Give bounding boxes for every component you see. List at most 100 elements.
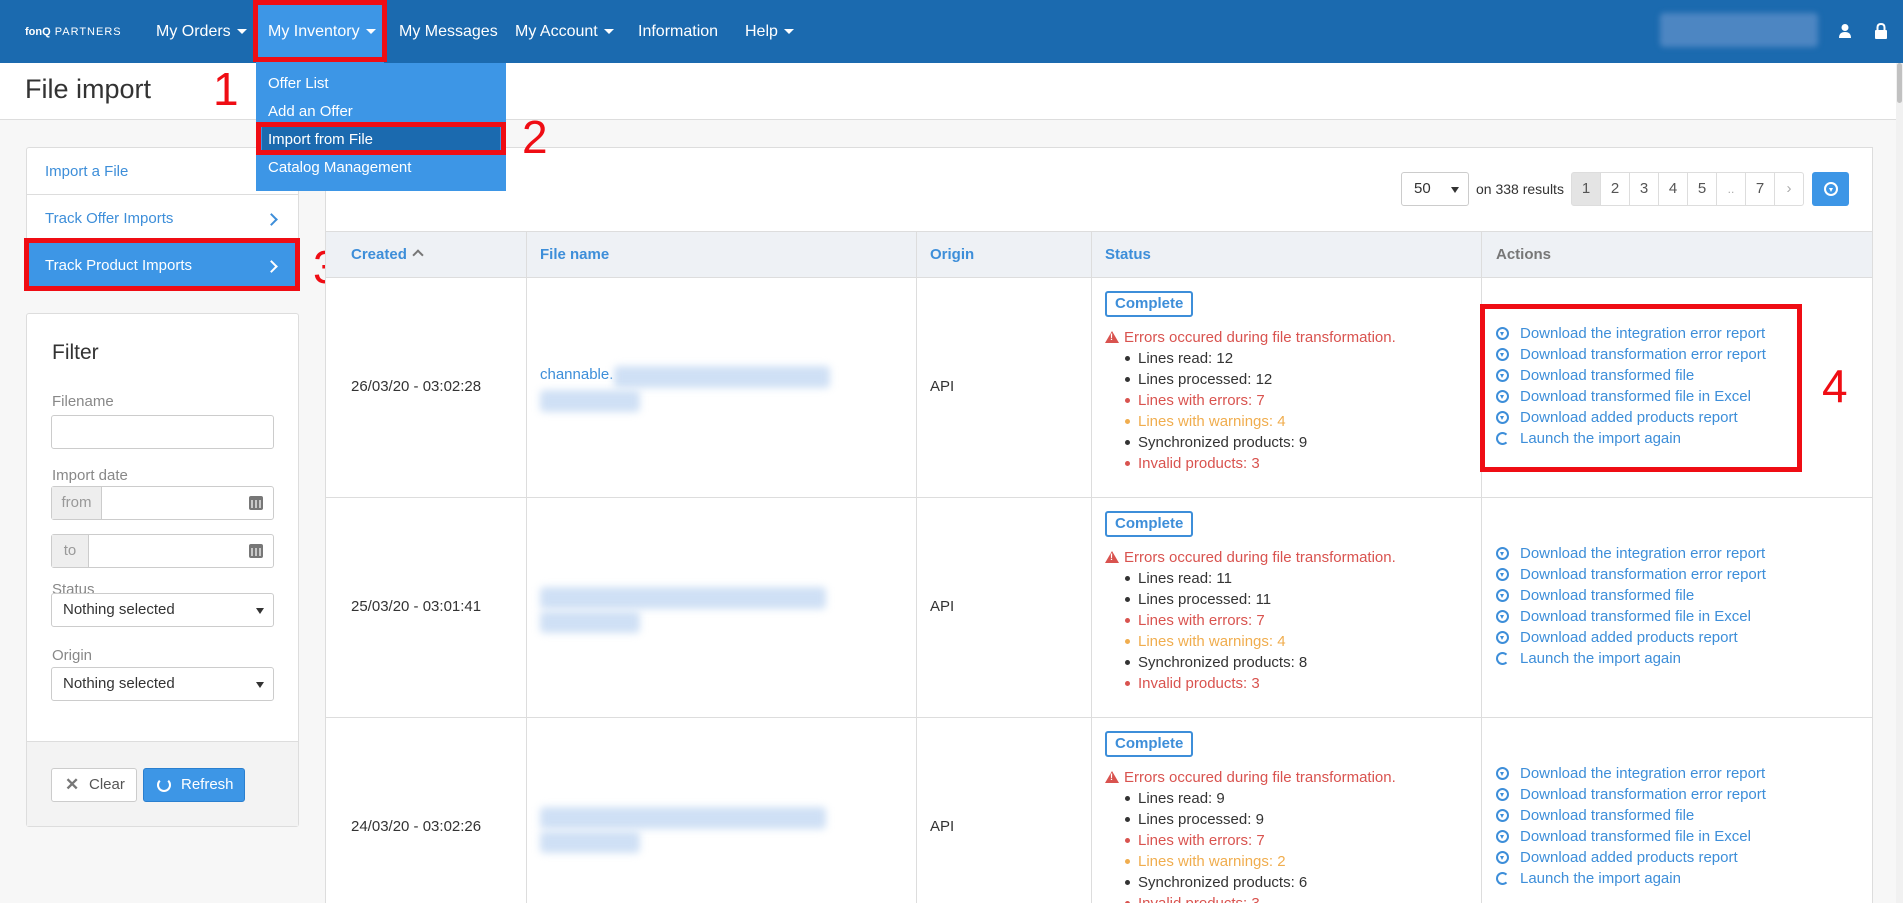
nav-help[interactable]: Help [745, 0, 794, 63]
sidebar-item-track-offer-imports[interactable]: Track Offer Imports [27, 195, 298, 242]
status-select[interactable]: Nothing selected [51, 593, 274, 627]
download-transformation-error-report-link[interactable]: Download transformation error report [1493, 564, 1766, 585]
page-title: File import [25, 74, 152, 104]
menu-item-import-from-file[interactable]: Import from File [262, 126, 500, 154]
download-transformed-file-link[interactable]: Download transformed file [1493, 585, 1766, 606]
download-transformed-file-link[interactable]: Download transformed file [1493, 805, 1766, 826]
scrollbar-thumb[interactable] [1897, 63, 1902, 103]
nav-information[interactable]: Information [638, 0, 718, 63]
lock-icon[interactable] [1874, 23, 1888, 39]
page-5[interactable]: 5 [1687, 172, 1717, 206]
menu-item-offer-list[interactable]: Offer List [256, 70, 506, 98]
download-added-products-report-link[interactable]: Download added products report [1493, 847, 1766, 868]
warning-icon [1105, 771, 1119, 783]
download-transformed-file-excel-link[interactable]: Download transformed file in Excel [1493, 826, 1766, 847]
caret-down-icon [1451, 187, 1459, 193]
column-origin[interactable]: Origin [930, 232, 974, 277]
import-stats: Lines read: 11 Lines processed: 11 Lines… [1122, 568, 1307, 694]
next-page-button[interactable]: › [1774, 172, 1804, 206]
download-integration-error-report-link[interactable]: Download the integration error report [1493, 323, 1766, 344]
stat-lines-errors: Lines with errors: 7 [1122, 390, 1307, 411]
to-addon: to [52, 535, 89, 567]
menu-item-add-offer[interactable]: Add an Offer [256, 98, 506, 126]
download-transformed-file-excel-link[interactable]: Download transformed file in Excel [1493, 386, 1766, 407]
column-file-name[interactable]: File name [540, 232, 609, 277]
calendar-icon[interactable] [249, 496, 263, 510]
download-integration-error-report-link[interactable]: Download the integration error report [1493, 763, 1766, 784]
caret-down-icon [256, 682, 264, 688]
file-name-link[interactable]: channable. [540, 366, 613, 383]
column-divider [916, 231, 917, 903]
launch-import-again-link[interactable]: Launch the import again [1493, 428, 1766, 449]
file-name-blurred[interactable] [540, 390, 640, 412]
file-name-blurred[interactable] [540, 587, 826, 609]
date-to-field[interactable]: to [51, 534, 274, 568]
download-icon [1496, 767, 1509, 780]
created-cell: 24/03/20 - 03:02:26 [351, 818, 482, 835]
download-added-products-report-link[interactable]: Download added products report [1493, 407, 1766, 428]
nav-my-messages[interactable]: My Messages [399, 0, 498, 63]
download-transformation-error-report-link[interactable]: Download transformation error report [1493, 344, 1766, 365]
launch-import-again-link[interactable]: Launch the import again [1493, 648, 1766, 669]
launch-import-again-link[interactable]: Launch the import again [1493, 868, 1766, 889]
filename-input[interactable] [51, 415, 274, 449]
results-count: on 338 results [1476, 181, 1564, 197]
created-cell: 26/03/20 - 03:02:28 [351, 378, 482, 395]
user-name-blurred[interactable] [1660, 13, 1818, 47]
nav-my-orders[interactable]: My Orders [156, 0, 247, 63]
download-transformed-file-excel-link[interactable]: Download transformed file in Excel [1493, 606, 1766, 627]
sidebar-item-track-product-imports[interactable]: Track Product Imports [27, 242, 298, 289]
page-3[interactable]: 3 [1629, 172, 1659, 206]
user-icon[interactable] [1838, 23, 1852, 39]
download-added-products-report-link[interactable]: Download added products report [1493, 627, 1766, 648]
pagination: 1 2 3 4 5 .. 7 › [1571, 172, 1804, 206]
import-stats: Lines read: 12 Lines processed: 12 Lines… [1122, 348, 1307, 474]
page-2[interactable]: 2 [1600, 172, 1630, 206]
import-stats: Lines read: 9 Lines processed: 9 Lines w… [1122, 788, 1307, 903]
column-created[interactable]: Created [351, 232, 424, 277]
nav-my-account[interactable]: My Account [515, 0, 614, 63]
menu-item-catalog-management[interactable]: Catalog Management [256, 154, 506, 182]
download-icon [1496, 788, 1509, 801]
download-transformation-error-report-link[interactable]: Download transformation error report [1493, 784, 1766, 805]
download-icon [1824, 182, 1838, 196]
stat-invalid-products: Invalid products: 3 [1122, 673, 1307, 694]
file-name-blurred[interactable] [540, 831, 640, 853]
scrollbar[interactable] [1896, 63, 1903, 903]
download-icon [1496, 411, 1509, 424]
column-divider [526, 231, 527, 903]
refresh-button[interactable]: Refresh [143, 768, 245, 802]
filename-label: Filename [52, 393, 114, 410]
caret-down-icon [256, 608, 264, 614]
page-7[interactable]: 7 [1745, 172, 1775, 206]
download-integration-error-report-link[interactable]: Download the integration error report [1493, 543, 1766, 564]
file-name-blurred[interactable] [540, 611, 640, 633]
date-from-field[interactable]: from [51, 486, 274, 520]
stat-lines-warnings: Lines with warnings: 4 [1122, 631, 1307, 652]
calendar-icon[interactable] [249, 544, 263, 558]
page-1[interactable]: 1 [1571, 172, 1601, 206]
clear-button[interactable]: ✕ Clear [51, 768, 137, 802]
per-page-select[interactable]: 50 [1401, 172, 1469, 206]
file-name-blurred[interactable] [540, 807, 826, 829]
origin-select[interactable]: Nothing selected [51, 667, 274, 701]
download-transformed-file-link[interactable]: Download transformed file [1493, 365, 1766, 386]
stat-lines-errors: Lines with errors: 7 [1122, 610, 1307, 631]
from-addon: from [52, 487, 102, 519]
brand-logo[interactable]: fonQ PARTNERS [25, 26, 122, 38]
nav-my-inventory[interactable]: My Inventory [256, 0, 384, 63]
export-button[interactable] [1812, 172, 1849, 206]
page-4[interactable]: 4 [1658, 172, 1688, 206]
close-icon: ✕ [65, 775, 80, 794]
row-actions: Download the integration error report Do… [1493, 323, 1766, 449]
error-message: Errors occured during file transformatio… [1105, 769, 1396, 786]
warning-icon [1105, 551, 1119, 563]
column-status[interactable]: Status [1105, 232, 1151, 277]
file-name-blurred[interactable] [614, 366, 830, 388]
filter-title: Filter [52, 341, 99, 364]
refresh-icon [1496, 432, 1509, 445]
stat-synchronized-products: Synchronized products: 8 [1122, 652, 1307, 673]
column-divider [1091, 231, 1092, 903]
annotation-number-2: 2 [522, 111, 548, 163]
download-icon [1496, 348, 1509, 361]
